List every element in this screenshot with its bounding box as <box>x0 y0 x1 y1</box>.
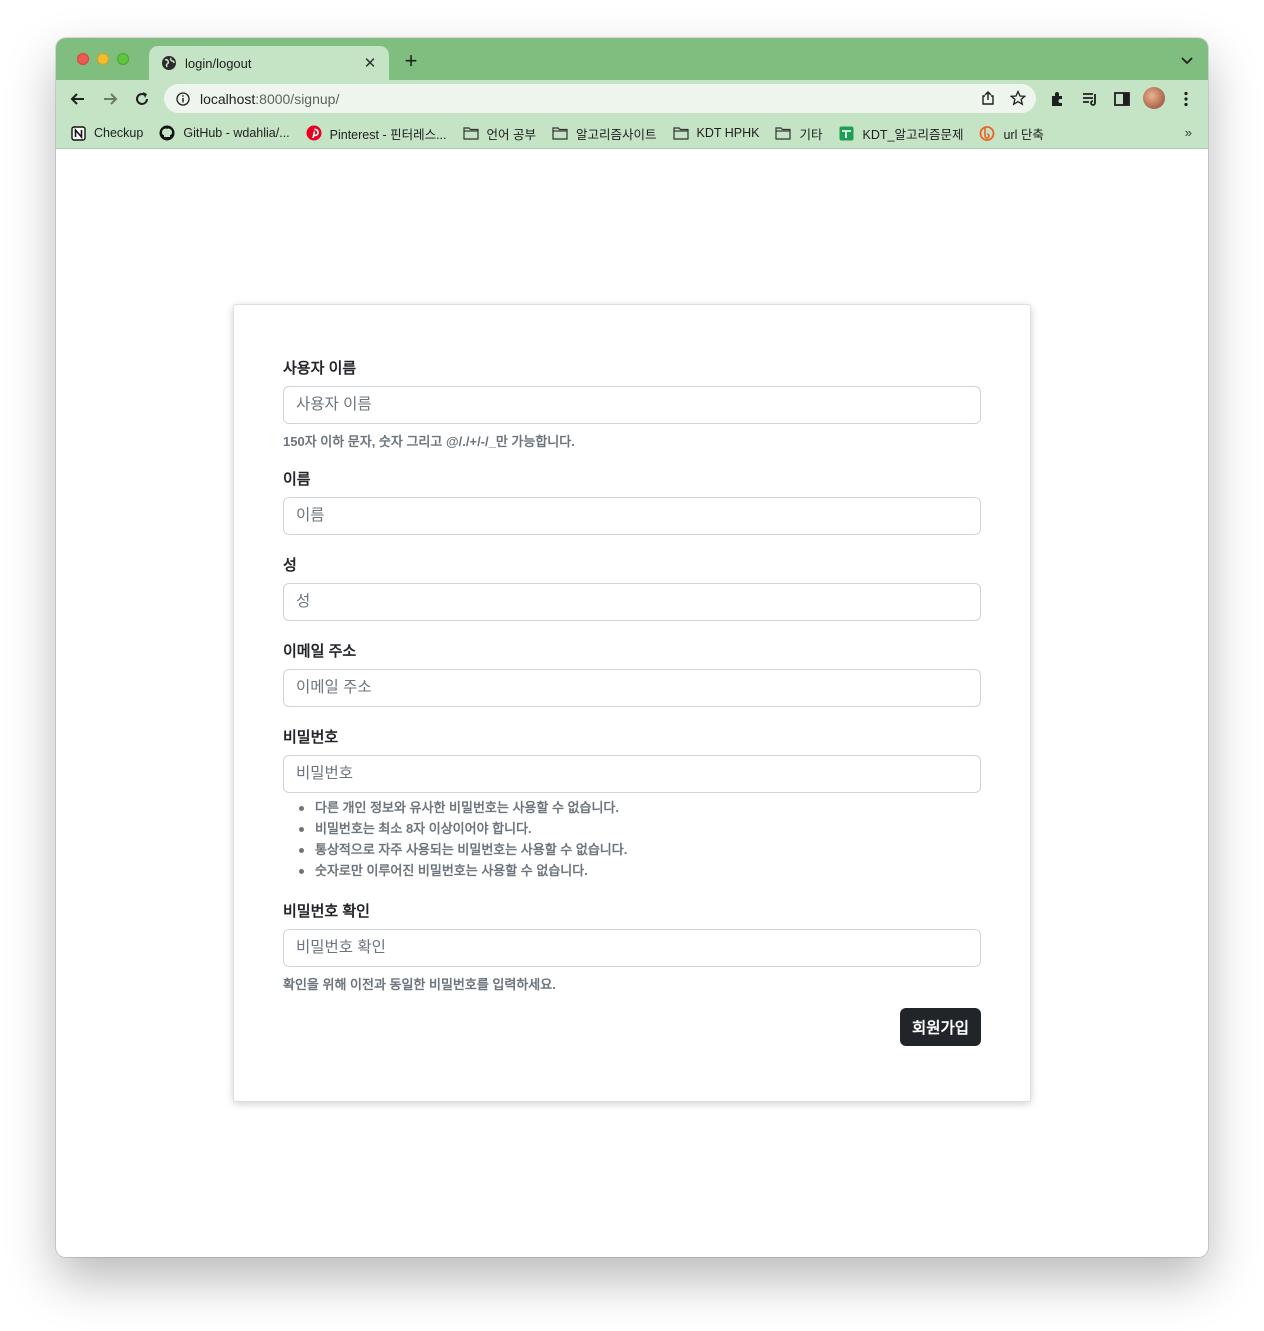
reading-list-icon[interactable] <box>1080 89 1100 109</box>
last-name-label: 성 <box>283 557 297 574</box>
bookmark-url-shortener[interactable]: url 단축 <box>979 124 1044 143</box>
username-label: 사용자 이름 <box>283 360 357 377</box>
profile-avatar[interactable] <box>1143 87 1165 109</box>
back-arrow-icon[interactable] <box>68 89 88 109</box>
bookmark-folder-kdt[interactable]: KDT HPHK <box>672 125 759 141</box>
email-input[interactable] <box>283 669 981 707</box>
username-input[interactable] <box>283 386 981 424</box>
bookmark-star-icon[interactable] <box>1010 90 1026 106</box>
close-window-button[interactable] <box>77 53 89 65</box>
password-input[interactable] <box>283 755 981 793</box>
bookmark-folder-etc[interactable]: 기타 <box>775 124 823 143</box>
bookmark-pinterest[interactable]: Pinterest - 핀터레스... <box>306 124 447 143</box>
pinterest-icon <box>306 125 322 141</box>
page-content: 사용자 이름 150자 이하 문자, 숫자 그리고 @/./+/-/_만 가능합… <box>56 149 1208 1257</box>
first-name-label: 이름 <box>283 471 311 488</box>
bookmark-folder-algorithm[interactable]: 알고리즘사이트 <box>552 124 657 143</box>
list-item: 다른 개인 정보와 유사한 비밀번호는 사용할 수 없습니다. <box>283 797 627 818</box>
password-label: 비밀번호 <box>283 729 339 746</box>
folder-icon <box>552 125 568 141</box>
bookmark-folder-language[interactable]: 언어 공부 <box>462 124 536 143</box>
email-label: 이메일 주소 <box>283 643 357 660</box>
more-menu-icon[interactable] <box>1176 89 1196 109</box>
folder-icon <box>775 125 792 141</box>
forward-arrow-icon[interactable] <box>100 89 120 109</box>
github-icon <box>159 125 175 141</box>
bookmark-checkup[interactable]: Checkup <box>70 125 143 141</box>
side-panel-icon[interactable] <box>1112 89 1132 109</box>
share-icon[interactable] <box>980 90 996 106</box>
reload-icon[interactable] <box>132 89 152 109</box>
bookmarks-bar: Checkup GitHub - wdahlia/... Pinterest -… <box>56 118 1208 149</box>
list-item: 통상적으로 자주 사용되는 비밀번호는 사용할 수 없습니다. <box>283 839 627 860</box>
address-bar[interactable]: localhost:8000/signup/ <box>164 84 1036 113</box>
notion-icon <box>70 125 86 141</box>
first-name-input[interactable] <box>283 497 981 535</box>
list-item: 숫자로만 이루어진 비밀번호는 사용할 수 없습니다. <box>283 860 627 881</box>
bitly-icon <box>979 125 995 141</box>
password-help-list: 다른 개인 정보와 유사한 비밀번호는 사용할 수 없습니다. 비밀번호는 최소… <box>283 797 627 881</box>
new-tab-button[interactable]: + <box>400 50 422 72</box>
bookmarks-overflow-button[interactable]: » <box>1185 125 1192 140</box>
password-confirm-help-text: 확인을 위해 이전과 동일한 비밀번호를 입력하세요. <box>283 977 556 992</box>
bookmark-github[interactable]: GitHub - wdahlia/... <box>159 125 290 141</box>
bookmark-kdt-sheet[interactable]: KDT_알고리즘문제 <box>839 124 963 143</box>
browser-window: login/logout ✕ + localhost:8000/signup/ <box>56 38 1208 1257</box>
close-tab-icon[interactable]: ✕ <box>361 54 379 72</box>
folder-icon <box>672 125 689 141</box>
username-help-text: 150자 이하 문자, 숫자 그리고 @/./+/-/_만 가능합니다. <box>283 434 575 449</box>
sheets-icon <box>839 125 855 141</box>
maximize-window-button[interactable] <box>117 53 129 65</box>
signup-button[interactable]: 회원가입 <box>900 1008 981 1046</box>
tab-title: login/logout <box>185 55 252 71</box>
globe-icon <box>162 56 176 70</box>
minimize-window-button[interactable] <box>97 53 109 65</box>
signup-form-card: 사용자 이름 150자 이하 문자, 숫자 그리고 @/./+/-/_만 가능합… <box>233 304 1031 1102</box>
site-info-icon[interactable] <box>176 91 190 106</box>
browser-toolbar: localhost:8000/signup/ <box>56 80 1208 118</box>
url-path: :8000/signup/ <box>255 90 340 107</box>
tab-active[interactable]: login/logout ✕ <box>149 46 389 80</box>
folder-icon <box>462 125 479 141</box>
password-confirm-label: 비밀번호 확인 <box>283 903 370 920</box>
url-host: localhost <box>200 90 256 107</box>
tab-strip: login/logout ✕ + <box>56 38 1208 80</box>
password-confirm-input[interactable] <box>283 929 981 967</box>
last-name-input[interactable] <box>283 583 981 621</box>
tab-search-chevron-icon[interactable] <box>1180 53 1194 67</box>
list-item: 비밀번호는 최소 8자 이상이어야 합니다. <box>283 818 627 839</box>
extensions-puzzle-icon[interactable] <box>1048 89 1068 109</box>
